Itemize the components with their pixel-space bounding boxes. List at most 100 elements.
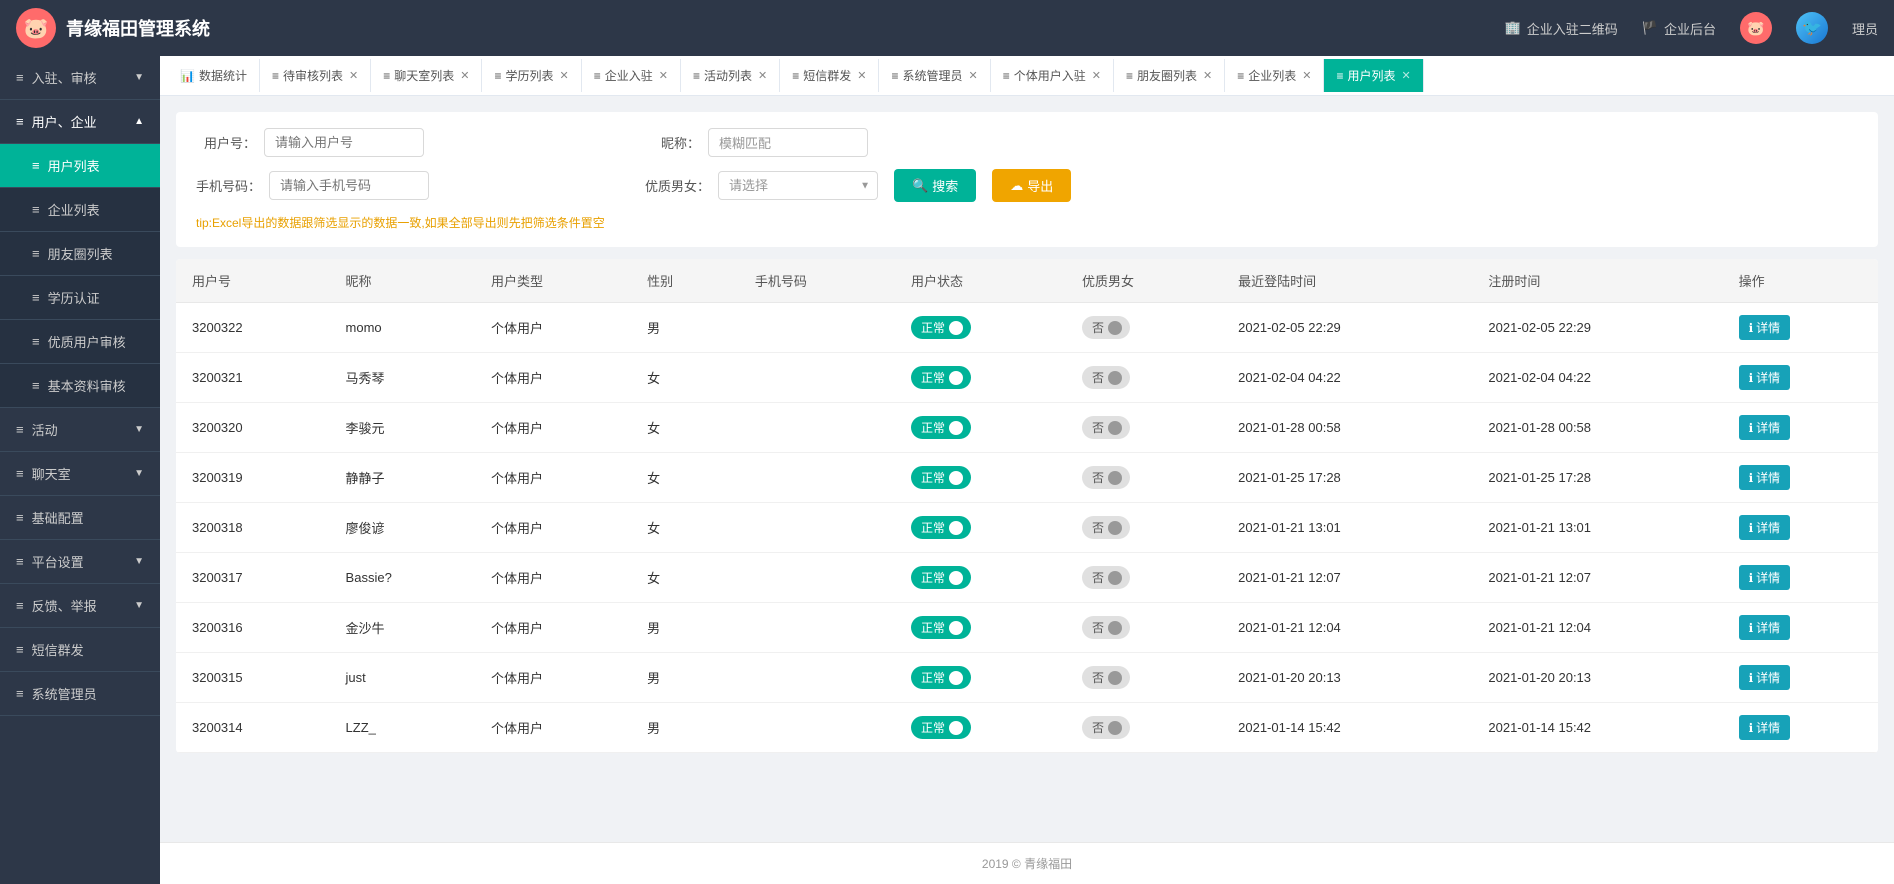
quality-toggle[interactable]: 否 [1082,316,1130,339]
status-toggle[interactable]: 正常 [911,466,971,489]
tab-enterprise-join[interactable]: ≡ 企业入驻 ✕ [582,59,681,92]
sidebar-item-basic-config[interactable]: ≡ 基础配置 [0,496,160,540]
user-id-input[interactable] [264,128,424,157]
cell-status[interactable]: 正常 [895,403,1066,453]
status-toggle[interactable]: 正常 [911,566,971,589]
cell-reg-time: 2021-02-04 04:22 [1472,353,1722,403]
sidebar-item-checkin[interactable]: ≡ 入驻、审核 ▼ [0,56,160,100]
tab-friend-circle[interactable]: ≡ 朋友圈列表 ✕ [1114,59,1225,92]
status-toggle[interactable]: 正常 [911,416,971,439]
cell-status[interactable]: 正常 [895,553,1066,603]
tab-close-ul[interactable]: ✕ [1402,69,1411,82]
cell-status[interactable]: 正常 [895,653,1066,703]
tab-close-uj[interactable]: ✕ [1092,69,1101,82]
sidebar-item-education[interactable]: ≡ 学历认证 [0,276,160,320]
cell-phone [739,603,895,653]
sidebar-item-platform-settings[interactable]: ≡ 平台设置 ▼ [0,540,160,584]
cell-quality[interactable]: 否 [1066,603,1222,653]
tab-close-edu[interactable]: ✕ [560,69,569,82]
avatar[interactable]: 🐷 [1740,12,1772,44]
cell-status[interactable]: 正常 [895,603,1066,653]
tab-icon: ≡ [792,69,799,83]
tab-close-ej[interactable]: ✕ [659,69,668,82]
cell-status[interactable]: 正常 [895,503,1066,553]
cell-quality[interactable]: 否 [1066,303,1222,353]
quality-select[interactable]: 请选择 是 否 [718,171,878,200]
status-toggle[interactable]: 正常 [911,666,971,689]
export-button[interactable]: ☁ 导出 [992,169,1071,202]
tab-education[interactable]: ≡ 学历列表 ✕ [482,59,581,92]
cell-type: 个体用户 [475,703,631,753]
cell-quality[interactable]: 否 [1066,353,1222,403]
tab-user-join[interactable]: ≡ 个体用户入驻 ✕ [991,59,1114,92]
sidebar-item-chat[interactable]: ≡ 聊天室 ▼ [0,452,160,496]
status-toggle[interactable]: 正常 [911,516,971,539]
sidebar-item-feedback[interactable]: ≡ 反馈、举报 ▼ [0,584,160,628]
tab-close-fc[interactable]: ✕ [1203,69,1212,82]
sidebar-item-user-enterprise[interactable]: ≡ 用户、企业 ▲ [0,100,160,144]
cell-quality[interactable]: 否 [1066,453,1222,503]
status-toggle[interactable]: 正常 [911,716,971,739]
cell-quality[interactable]: 否 [1066,553,1222,603]
detail-button[interactable]: ℹ 详情 [1739,715,1791,740]
cell-status[interactable]: 正常 [895,703,1066,753]
cell-status[interactable]: 正常 [895,353,1066,403]
tab-sys-admin[interactable]: ≡ 系统管理员 ✕ [879,59,990,92]
cell-quality[interactable]: 否 [1066,503,1222,553]
status-toggle[interactable]: 正常 [911,316,971,339]
quality-toggle[interactable]: 否 [1082,516,1130,539]
tab-pending-review[interactable]: ≡ 待审核列表 ✕ [260,59,371,92]
user-list-icon: ≡ [32,158,40,173]
backend-btn[interactable]: 🏴 企业后台 [1642,19,1716,38]
sidebar-item-basic-review[interactable]: ≡ 基本资料审核 [0,364,160,408]
qrcode-btn[interactable]: 🏢 企业入驻二维码 [1505,19,1618,38]
tab-close-activity[interactable]: ✕ [758,69,767,82]
tab-close-pending[interactable]: ✕ [349,69,358,82]
detail-button[interactable]: ℹ 详情 [1739,665,1791,690]
detail-button[interactable]: ℹ 详情 [1739,615,1791,640]
sidebar-item-activity[interactable]: ≡ 活动 ▼ [0,408,160,452]
quality-toggle[interactable]: 否 [1082,616,1130,639]
cell-user-id: 3200319 [176,453,330,503]
quality-toggle[interactable]: 否 [1082,466,1130,489]
quality-toggle[interactable]: 否 [1082,566,1130,589]
cell-quality[interactable]: 否 [1066,703,1222,753]
status-toggle[interactable]: 正常 [911,366,971,389]
status-toggle[interactable]: 正常 [911,616,971,639]
tab-close-sms[interactable]: ✕ [857,69,866,82]
tab-chat-room[interactable]: ≡ 聊天室列表 ✕ [371,59,482,92]
cell-status[interactable]: 正常 [895,303,1066,353]
detail-button[interactable]: ℹ 详情 [1739,365,1791,390]
tab-sms[interactable]: ≡ 短信群发 ✕ [780,59,879,92]
quality-toggle[interactable]: 否 [1082,666,1130,689]
quality-toggle[interactable]: 否 [1082,416,1130,439]
phone-input[interactable] [269,171,429,200]
sidebar-item-sms[interactable]: ≡ 短信群发 [0,628,160,672]
cell-status[interactable]: 正常 [895,453,1066,503]
sidebar-item-friend-circle[interactable]: ≡ 朋友圈列表 [0,232,160,276]
tab-enterprise-list[interactable]: ≡ 企业列表 ✕ [1225,59,1324,92]
search-button[interactable]: 🔍 搜索 [894,169,976,202]
quality-toggle[interactable]: 否 [1082,716,1130,739]
detail-button[interactable]: ℹ 详情 [1739,415,1791,440]
detail-button[interactable]: ℹ 详情 [1739,315,1791,340]
sidebar-item-enterprise-list[interactable]: ≡ 企业列表 [0,188,160,232]
detail-button[interactable]: ℹ 详情 [1739,565,1791,590]
detail-button[interactable]: ℹ 详情 [1739,465,1791,490]
tab-activity[interactable]: ≡ 活动列表 ✕ [681,59,780,92]
cell-quality[interactable]: 否 [1066,653,1222,703]
nickname-input[interactable] [708,128,868,157]
tab-close-sysadmin[interactable]: ✕ [969,69,978,82]
sidebar-item-sys-admin[interactable]: ≡ 系统管理员 [0,672,160,716]
quality-select-wrapper: 请选择 是 否 ▼ [718,171,878,200]
cell-quality[interactable]: 否 [1066,403,1222,453]
cell-last-login: 2021-01-28 00:58 [1222,403,1472,453]
tab-close-el[interactable]: ✕ [1302,69,1311,82]
sidebar-item-quality-user[interactable]: ≡ 优质用户审核 [0,320,160,364]
sidebar-item-user-list[interactable]: ≡ 用户列表 [0,144,160,188]
quality-toggle[interactable]: 否 [1082,366,1130,389]
detail-button[interactable]: ℹ 详情 [1739,515,1791,540]
tab-close-chat[interactable]: ✕ [460,69,469,82]
tab-user-list[interactable]: ≡ 用户列表 ✕ [1324,59,1423,92]
tab-data-stats[interactable]: 📊 数据统计 [168,59,260,92]
